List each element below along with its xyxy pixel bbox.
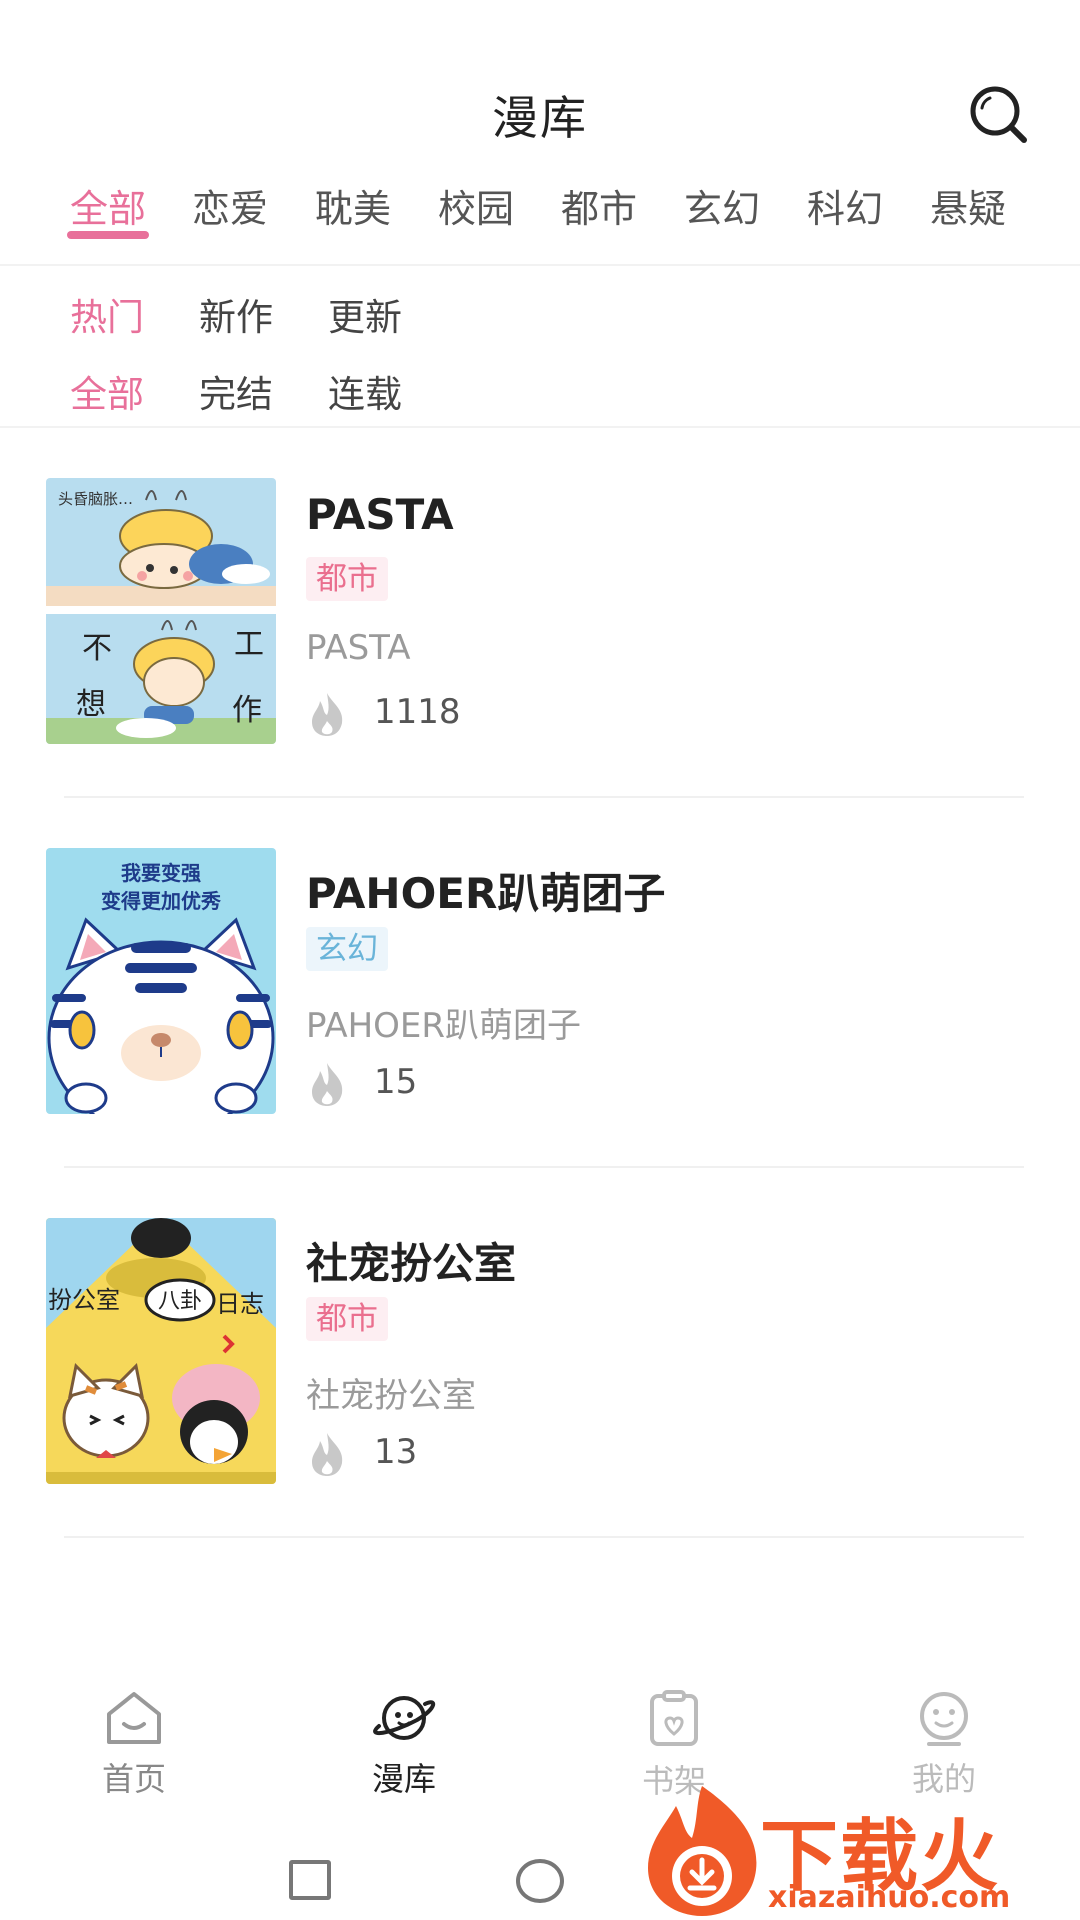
bookshelf-icon [650,1690,698,1746]
genre-tabs: 全部 恋爱 耽美 校园 都市 玄幻 科幻 悬疑 [0,178,1080,258]
heat-count: 15 [374,1062,418,1102]
filter-status-all[interactable]: 全部 [70,364,144,418]
recent-apps-button[interactable] [289,1860,331,1900]
filter-updated[interactable]: 更新 [328,287,402,341]
nav-library[interactable]: 漫库 [334,1690,474,1800]
filter-ongoing[interactable]: 连载 [328,364,402,418]
tab-campus[interactable]: 校园 [421,178,531,233]
comic-subtitle: PAHOER趴萌团子 [306,1006,582,1046]
fire-icon [312,1433,343,1476]
filter-completed[interactable]: 完结 [199,364,273,418]
divider [0,426,1080,428]
cover-caption: 我要变强 [121,861,201,885]
tab-mystery[interactable]: 悬疑 [913,178,1023,233]
filter-hot[interactable]: 热门 [70,287,144,341]
comic-cover: 扮公室 八卦 日志 [46,1218,276,1484]
planet-icon [373,1696,436,1740]
page-title: 漫库 [492,91,588,145]
sort-filter-row: 热门 新作 更新 [0,287,1080,347]
fire-icon [312,693,343,736]
divider [0,264,1080,266]
nav-label: 漫库 [371,1760,436,1798]
cover-caption: 扮公室 [48,1286,120,1314]
nav-home[interactable]: 首页 [64,1690,204,1800]
heat-count: 13 [374,1432,418,1472]
cover-caption: 八卦 [158,1289,202,1314]
comic-cover: 我要变强 变得更加优秀 [46,848,276,1114]
tab-urban[interactable]: 都市 [544,178,654,233]
comic-subtitle: PASTA [306,628,411,668]
watermark-logo [648,1786,757,1916]
comic-cover: 头昏脑胀… 不 想 工 作 [46,478,276,744]
divider [64,1536,1024,1538]
heat-count: 1118 [374,692,461,732]
home-icon [107,1692,161,1744]
comic-title: PASTA [306,490,454,539]
watermark-url: xiazaihuo.com [768,1880,1011,1915]
comic-title: 社宠扮公室 [306,1239,517,1288]
cover-caption: 日志 [216,1290,264,1318]
filter-new[interactable]: 新作 [199,287,273,341]
nav-label: 首页 [101,1760,166,1798]
divider [64,796,1024,798]
cover-caption: 工 [234,627,264,662]
comic-title: PAHOER趴萌团子 [306,869,666,918]
tab-danmei[interactable]: 耽美 [298,178,408,233]
cover-caption: 变得更加优秀 [101,889,221,913]
comic-list-item[interactable]: 扮公室 八卦 日志 社宠扮公室 都市 社宠扮公室 13 [0,1218,1080,1588]
tab-scifi[interactable]: 科幻 [790,178,900,233]
cover-caption: 想 [76,687,106,722]
profile-icon [920,1692,968,1746]
genre-tag: 都市 [306,1297,388,1341]
search-icon[interactable] [968,84,1030,146]
comic-list-item[interactable]: 我要变强 变得更加优秀 PAHOER趴萌团子 玄幻 PAHOER趴萌团子 15 [0,848,1080,1218]
cover-caption: 不 [82,631,112,666]
tab-romance[interactable]: 恋爱 [175,178,285,233]
home-button[interactable] [516,1859,564,1903]
cover-caption: 作 [232,693,262,728]
tab-fantasy[interactable]: 玄幻 [667,178,777,233]
tab-all[interactable]: 全部 [53,178,163,233]
comic-list-item[interactable]: 头昏脑胀… 不 想 工 作 PASTA 都市 PASTA 1118 [0,478,1080,848]
status-filter-row: 全部 完结 连载 [0,364,1080,424]
fire-icon [312,1063,343,1106]
genre-tag: 玄幻 [306,927,388,971]
watermark: 下载火 xiazaihuo.com [640,1780,1080,1920]
top-bar: 漫库 [0,0,1080,180]
genre-tag: 都市 [306,557,388,601]
cover-caption: 头昏脑胀… [58,490,133,508]
active-tab-indicator [67,231,149,239]
divider [64,1166,1024,1168]
comic-subtitle: 社宠扮公室 [306,1376,476,1416]
